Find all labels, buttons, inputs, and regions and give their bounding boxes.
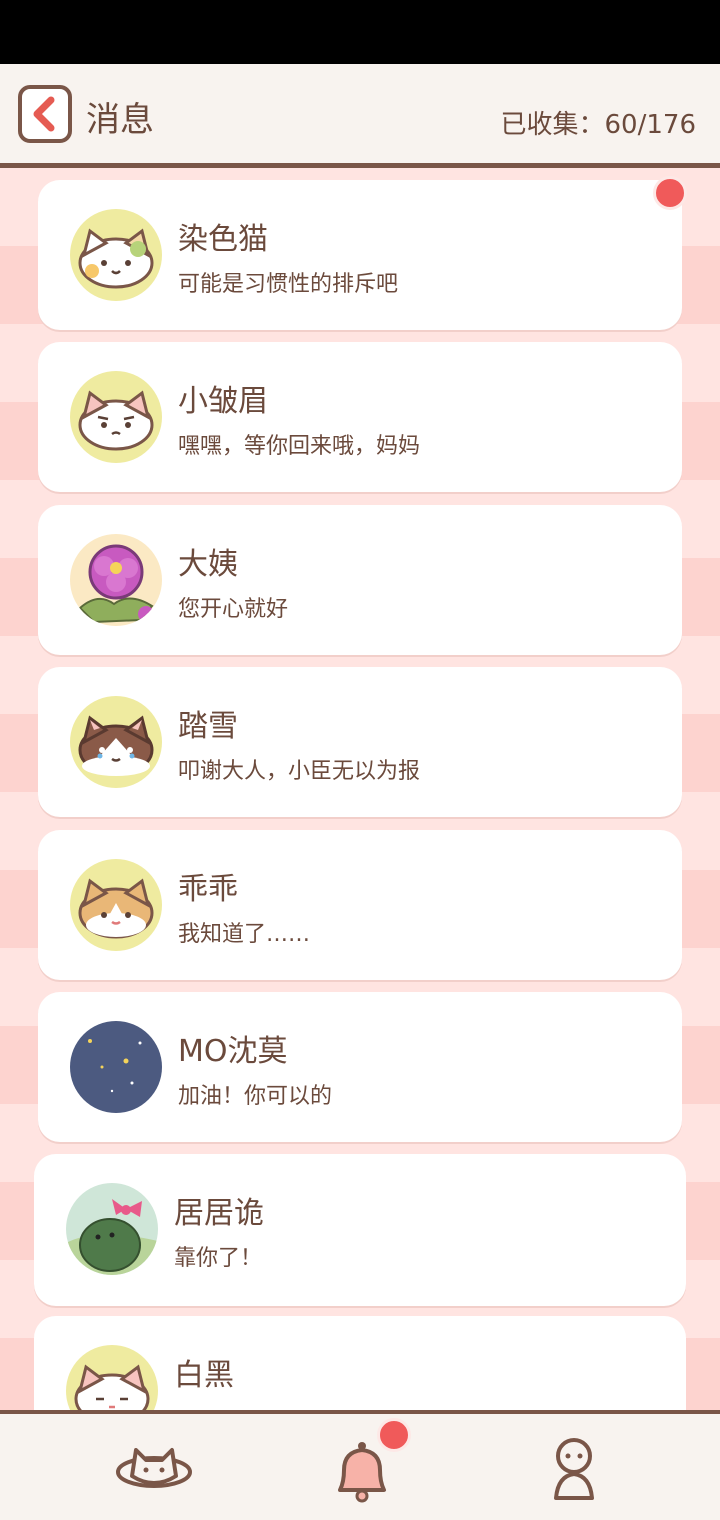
back-button[interactable] [18, 85, 72, 143]
message-item-moshenmo[interactable]: MO沈莫 加油！你可以的 [38, 992, 682, 1142]
header: 消息 已收集：60/176 [0, 64, 720, 168]
contact-name: 居居诡 [174, 1196, 264, 1231]
orange-cat-avatar [70, 859, 162, 951]
message-preview: 嘿嘿，等你回来哦，妈妈 [178, 434, 421, 459]
page-title: 消息 [86, 100, 154, 140]
contact-name: MO沈莫 [178, 1034, 288, 1069]
contact-name: 踏雪 [178, 709, 238, 744]
message-item-taxue[interactable]: 踏雪 叩谢大人，小臣无以为报 [38, 667, 682, 817]
message-preview: 靠你了！ [174, 1246, 263, 1271]
message-item-ranse[interactable]: 染色猫 可能是习惯性的排斥吧 [38, 180, 682, 330]
peony-flower-avatar [70, 534, 162, 626]
message-preview: 可能是习惯性的排斥吧 [178, 272, 399, 297]
calico-cat-avatar [70, 209, 162, 301]
message-list[interactable]: 染色猫 可能是习惯性的排斥吧 小皱眉 嘿嘿，等你回来哦，妈妈 大姨 您开心就好 … [0, 168, 720, 1412]
message-item-baihei[interactable]: 白黑 [34, 1316, 686, 1412]
white-cat-avatar [66, 1345, 158, 1412]
collected-count: 已收集：60/176 [500, 110, 696, 140]
contact-name: 乖乖 [178, 872, 238, 907]
message-preview: 我知道了…… [178, 922, 311, 947]
contact-name: 染色猫 [178, 222, 268, 257]
bottom-nav [0, 1410, 720, 1520]
message-item-xiaozhoumei[interactable]: 小皱眉 嘿嘿，等你回来哦，妈妈 [38, 342, 682, 492]
frowning-cat-avatar [70, 371, 162, 463]
contact-name: 大姨 [178, 547, 238, 582]
message-item-jujugui[interactable]: 居居诡 靠你了！ [34, 1154, 686, 1306]
cat-planet-icon [116, 1448, 192, 1488]
notification-badge [377, 1418, 411, 1452]
contact-name: 小皱眉 [178, 384, 268, 419]
message-preview: 叩谢大人，小臣无以为报 [178, 759, 421, 784]
profile-icon [554, 1438, 594, 1500]
message-preview: 加油！你可以的 [178, 1084, 333, 1109]
message-item-dayi[interactable]: 大姨 您开心就好 [38, 505, 682, 655]
green-dino-avatar [66, 1183, 158, 1275]
nav-cat-planet[interactable] [114, 1432, 194, 1506]
nav-profile[interactable] [534, 1432, 614, 1506]
message-item-guaiguai[interactable]: 乖乖 我知道了…… [38, 830, 682, 980]
brown-white-cat-avatar [70, 696, 162, 788]
status-bar [0, 0, 720, 64]
message-preview: 您开心就好 [178, 597, 289, 622]
contact-name: 白黑 [174, 1358, 234, 1393]
unread-dot [653, 176, 687, 210]
night-sky-avatar [70, 1021, 162, 1113]
chevron-left-icon [33, 96, 55, 132]
